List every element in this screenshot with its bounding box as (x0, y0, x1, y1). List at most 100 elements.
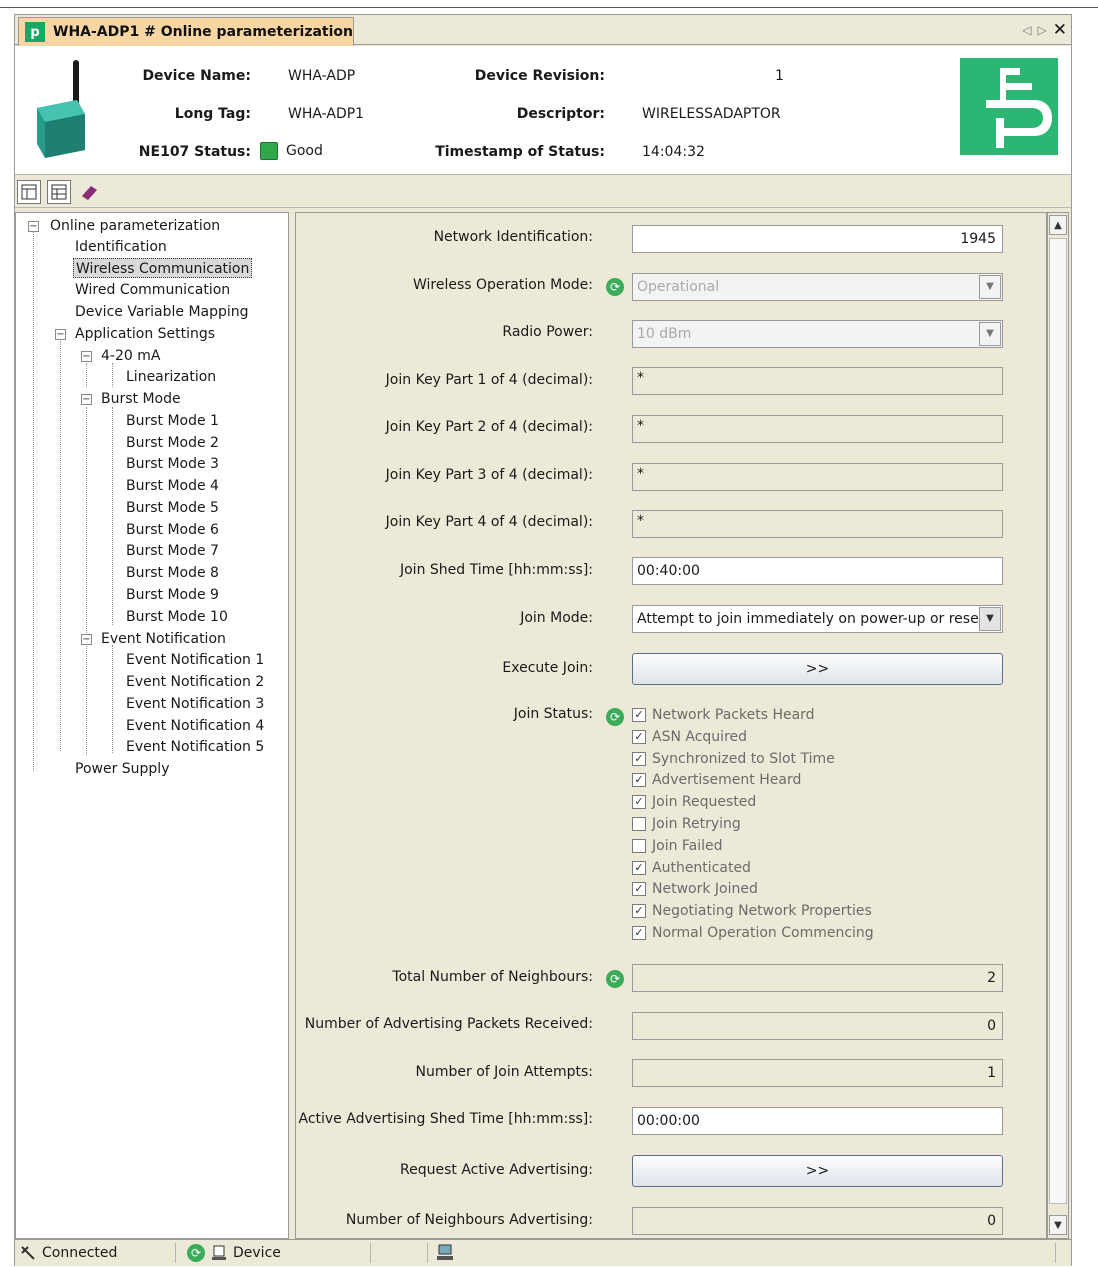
join-status-label-text: Negotiating Network Properties (652, 903, 872, 920)
join-mode-value: Attempt to join immediately on power-up … (637, 611, 985, 627)
tree-item-4-20ma[interactable]: 4-20 mA (101, 346, 160, 366)
join-status-item: Join Failed (632, 836, 723, 856)
refresh-icon[interactable]: ⟳ (606, 970, 624, 988)
collapse-burst-mode-icon[interactable]: − (81, 394, 92, 405)
status-separator (370, 1243, 371, 1263)
tree-line (112, 363, 113, 387)
close-icon[interactable]: ✕ (1053, 20, 1067, 40)
join-key4-label: Join Key Part 4 of 4 (decimal): (385, 514, 593, 530)
tree-item-burst-mode-1[interactable]: Burst Mode 1 (126, 411, 219, 431)
device-header: Device Name: WHA-ADP Long Tag: WHA-ADP1 … (15, 46, 1071, 175)
join-key3-label: Join Key Part 3 of 4 (decimal): (385, 467, 593, 483)
tree-item-online-parameterization[interactable]: Online parameterization (50, 216, 220, 236)
tree-item-burst-mode-4[interactable]: Burst Mode 4 (126, 476, 219, 496)
join-mode-select[interactable]: Attempt to join immediately on power-up … (632, 605, 1003, 633)
refresh-icon[interactable]: ⟳ (606, 708, 624, 726)
dtm-window: p WHA-ADP1 # Online parameterization ◁ ▷… (14, 14, 1072, 1266)
collapse-event-notification-icon[interactable]: − (81, 634, 92, 645)
join-status-label-text: Join Failed (652, 837, 723, 854)
tree-item-burst-mode-2[interactable]: Burst Mode 2 (126, 433, 219, 453)
join-status-item: Join Retrying (632, 814, 741, 834)
execute-join-button[interactable]: >> (632, 653, 1003, 685)
join-shed-field[interactable]: 00:40:00 (632, 557, 1003, 585)
neighbours-adv-label: Number of Neighbours Advertising: (345, 1212, 593, 1228)
join-key1-label: Join Key Part 1 of 4 (decimal): (385, 372, 593, 388)
collapse-root-icon[interactable]: − (28, 221, 39, 232)
join-key3-field[interactable]: * (632, 463, 1003, 491)
vertical-scrollbar[interactable]: ▲ ▼ (1047, 212, 1069, 1239)
tree-item-burst-mode-9[interactable]: Burst Mode 9 (126, 585, 219, 605)
tree-item-power-supply[interactable]: Power Supply (75, 759, 170, 779)
join-status-label-text: Advertisement Heard (652, 772, 802, 789)
chevron-down-icon[interactable]: ▼ (979, 607, 1001, 631)
join-status-label: Join Status: (513, 706, 593, 722)
device-icon (212, 1245, 226, 1260)
device-status: ⟳ Device (187, 1244, 281, 1262)
tree-item-application-settings[interactable]: Application Settings (75, 324, 215, 344)
descriptor-label: Descriptor: (516, 106, 605, 122)
help-book-icon[interactable] (77, 180, 101, 204)
checkbox-checked-icon: ✓ (632, 926, 646, 940)
tree-line (33, 231, 34, 771)
timestamp-label: Timestamp of Status: (435, 144, 605, 160)
join-key2-field[interactable]: * (632, 415, 1003, 443)
tree-item-device-variable-mapping[interactable]: Device Variable Mapping (75, 302, 249, 322)
checkbox-unchecked-icon (632, 838, 646, 853)
join-attempts-field: 1 (632, 1059, 1003, 1087)
tree-item-identification[interactable]: Identification (75, 237, 167, 257)
tree-item-burst-mode-8[interactable]: Burst Mode 8 (126, 563, 219, 583)
tree-item-event-notification-3[interactable]: Event Notification 3 (126, 694, 264, 714)
connected-plug-icon (21, 1246, 35, 1260)
collapse-ma-icon[interactable]: − (81, 351, 92, 362)
status-separator (427, 1243, 428, 1263)
tree-item-event-notification[interactable]: Event Notification (101, 629, 226, 649)
join-status-item: ✓ Join Requested (632, 792, 756, 812)
scroll-down-icon[interactable]: ▼ (1049, 1215, 1067, 1235)
join-key4-field[interactable]: * (632, 510, 1003, 538)
tab-online-parameterization[interactable]: p WHA-ADP1 # Online parameterization (18, 17, 354, 46)
tree-item-burst-mode-3[interactable]: Burst Mode 3 (126, 454, 219, 474)
tree-item-burst-mode-6[interactable]: Burst Mode 6 (126, 520, 219, 540)
status-bar: Connected ⟳ Device (15, 1239, 1071, 1266)
join-status-item: ✓ Network Joined (632, 879, 758, 899)
scroll-up-icon[interactable]: ▲ (1049, 215, 1067, 235)
join-status-label-text: Join Requested (652, 794, 757, 811)
tree-line (112, 407, 113, 625)
active-adv-shed-field[interactable]: 00:00:00 (632, 1107, 1003, 1135)
collapse-app-settings-icon[interactable]: − (55, 329, 66, 340)
tree-item-linearization[interactable]: Linearization (126, 367, 216, 387)
join-status-label-text: ASN Acquired (652, 728, 748, 745)
refresh-icon[interactable]: ⟳ (187, 1244, 205, 1262)
radio-power-select: 10 dBm ▼ (632, 320, 1003, 348)
join-status-item: ✓ Authenticated (632, 858, 751, 878)
join-status-label-text: Network Packets Heard (652, 707, 815, 723)
table-view-icon[interactable] (47, 180, 71, 204)
scroll-left-icon[interactable]: ◁ (1022, 23, 1031, 37)
tree-item-wired-communication[interactable]: Wired Communication (75, 280, 230, 300)
network-status (435, 1244, 455, 1262)
tree-item-event-notification-4[interactable]: Event Notification 4 (126, 716, 264, 736)
refresh-icon[interactable]: ⟳ (606, 278, 624, 296)
tree-item-event-notification-1[interactable]: Event Notification 1 (126, 650, 264, 670)
request-adv-button[interactable]: >> (632, 1155, 1003, 1187)
tree-item-burst-mode-7[interactable]: Burst Mode 7 (126, 541, 219, 561)
tree-item-event-notification-2[interactable]: Event Notification 2 (126, 672, 264, 692)
join-attempts-label: Number of Join Attempts: (415, 1064, 594, 1080)
device-label: Device (233, 1245, 281, 1261)
layout-view-icon[interactable] (17, 180, 41, 204)
tree-item-wireless-communication[interactable]: Wireless Communication (73, 258, 253, 278)
tree-item-event-notification-5[interactable]: Event Notification 5 (126, 737, 264, 757)
tree-item-burst-mode-10[interactable]: Burst Mode 10 (126, 607, 228, 627)
join-status-label-text: Synchronized to Slot Time (652, 750, 835, 767)
checkbox-checked-icon: ✓ (632, 773, 646, 788)
network-id-field[interactable]: 1945 (632, 225, 1003, 253)
tree-item-burst-mode[interactable]: Burst Mode (101, 389, 181, 409)
wireless-mode-select: Operational ▼ (632, 273, 1003, 301)
connection-status: Connected (19, 1244, 117, 1262)
long-tag-value: WHA-ADP1 (288, 106, 365, 122)
scrollbar-thumb[interactable] (1049, 238, 1067, 1204)
tree-item-burst-mode-5[interactable]: Burst Mode 5 (126, 498, 219, 518)
scroll-right-icon[interactable]: ▷ (1038, 23, 1047, 37)
status-good-icon (260, 142, 278, 160)
join-key1-field[interactable]: * (632, 367, 1003, 395)
